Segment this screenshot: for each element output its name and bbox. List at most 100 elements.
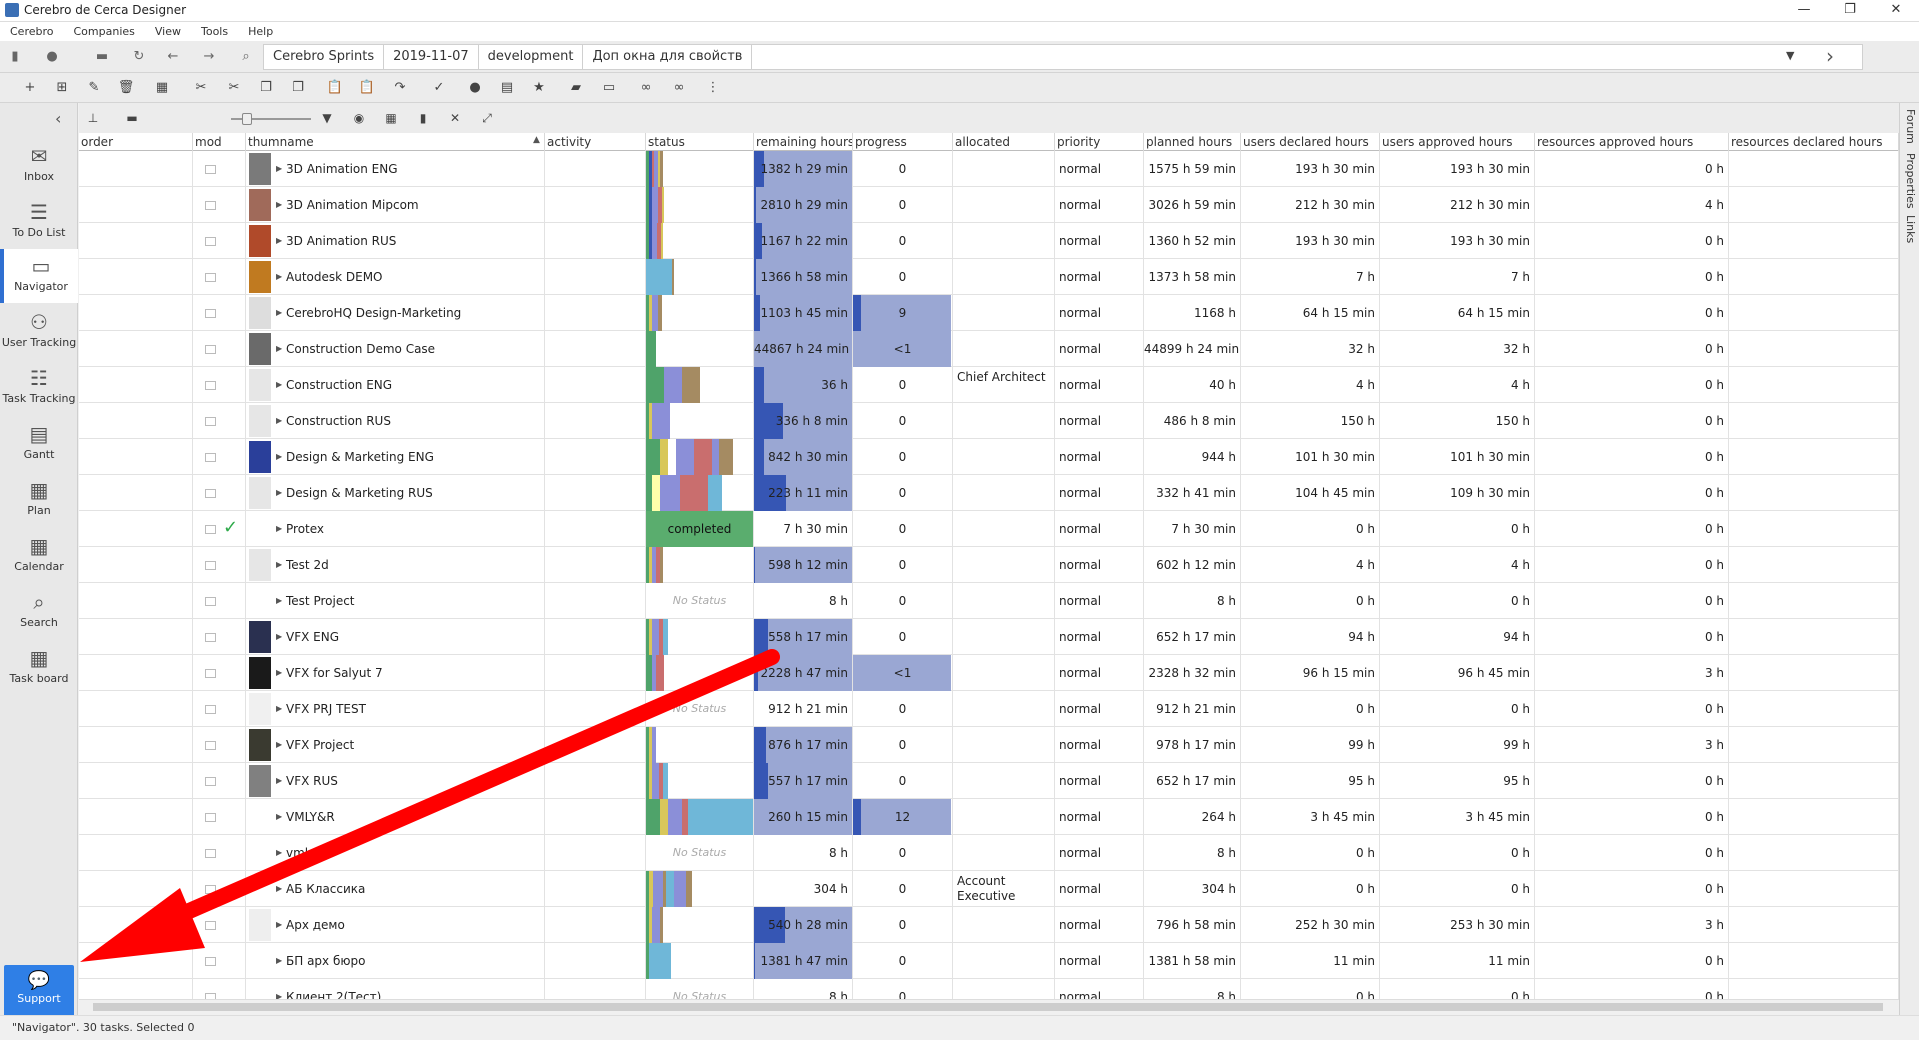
table-row[interactable]: ▶ Construction Demo Case 44867 h 24 min <1 n…: [79, 331, 1899, 367]
task-name[interactable]: VFX for Salyut 7: [286, 655, 383, 691]
task-name[interactable]: Клиент 2(Тест): [286, 979, 381, 999]
thumbnail[interactable]: [249, 621, 271, 653]
expand-arrow-icon[interactable]: ▶: [276, 691, 282, 727]
paste-icon[interactable]: ❐: [289, 79, 307, 97]
mod-checkbox[interactable]: [205, 489, 216, 498]
task-name[interactable]: 3D Animation ENG: [286, 151, 398, 187]
header-thumname[interactable]: thumname: [246, 133, 545, 151]
header-users-approved-hours[interactable]: users approved hours: [1380, 133, 1535, 151]
mod-checkbox[interactable]: [205, 813, 216, 822]
eye-icon[interactable]: ◉: [351, 110, 367, 126]
header-allocated[interactable]: allocated: [953, 133, 1055, 151]
sidebar-item-gantt[interactable]: ▤ Gantt: [0, 417, 78, 471]
mod-checkbox[interactable]: [205, 417, 216, 426]
more-icon[interactable]: ⋮: [704, 79, 722, 97]
mod-checkbox[interactable]: [205, 957, 216, 966]
delete-icon[interactable]: 🗑: [117, 79, 135, 97]
task-name[interactable]: 3D Animation RUS: [286, 223, 396, 259]
lightbulb-tool-icon[interactable]: ●: [466, 79, 484, 97]
expand-arrow-icon[interactable]: ▶: [276, 259, 282, 295]
header-status[interactable]: status: [646, 133, 754, 151]
table-row[interactable]: ▶ АБ Классика 304 h 0 Account Executive norma…: [79, 871, 1899, 907]
stack-icon[interactable]: ▰: [567, 79, 585, 97]
expand-arrow-icon[interactable]: ▶: [276, 655, 282, 691]
breadcrumb-dropdown-icon[interactable]: ▼: [1786, 49, 1794, 62]
hierarchy-icon[interactable]: ⊥: [85, 110, 101, 126]
expand-arrow-icon[interactable]: ▶: [276, 331, 282, 367]
scrollbar-thumb[interactable]: [93, 1003, 1883, 1011]
expand-arrow-icon[interactable]: ▶: [276, 763, 282, 799]
expand-arrow-icon[interactable]: ▶: [276, 979, 282, 999]
export-icon[interactable]: ▮: [415, 110, 431, 126]
expand-arrow-icon[interactable]: ▶: [276, 295, 282, 331]
expand-arrow-icon[interactable]: ▶: [276, 619, 282, 655]
header-planned-hours[interactable]: planned hours: [1144, 133, 1241, 151]
thumbnail[interactable]: [249, 765, 271, 797]
sidebar-item-inbox[interactable]: ✉ Inbox: [0, 139, 78, 193]
task-name[interactable]: VFX Project: [286, 727, 354, 763]
thumbnail[interactable]: [249, 549, 271, 581]
table-row[interactable]: ▶ Design & Marketing ENG 842 h 30 min 0 norm…: [79, 439, 1899, 475]
mod-checkbox[interactable]: [205, 453, 216, 462]
sidebar-item-search[interactable]: ⌕ Search: [0, 585, 78, 639]
table-row[interactable]: ▶ VFX Project 876 h 17 min 0 normal 978 h 17 …: [79, 727, 1899, 763]
add-subtask-icon[interactable]: ⊞: [53, 79, 71, 97]
thumbnail[interactable]: [249, 477, 271, 509]
table-row[interactable]: ▶ 3D Animation ENG 1382 h 29 min 0 normal 157…: [79, 151, 1899, 187]
filter-icon[interactable]: ▼: [319, 110, 335, 126]
header-resources-approved-hours[interactable]: resources approved hours: [1535, 133, 1729, 151]
back-icon[interactable]: ←: [164, 48, 182, 66]
task-name[interactable]: БП арх бюро: [286, 943, 365, 979]
mod-checkbox[interactable]: [205, 309, 216, 318]
table-row[interactable]: ▶ 3D Animation RUS 1167 h 22 min 0 normal 136…: [79, 223, 1899, 259]
menu-help[interactable]: Help: [248, 22, 273, 41]
mod-checkbox[interactable]: [205, 273, 216, 282]
task-name[interactable]: АБ Классика: [286, 871, 365, 907]
mod-checkbox[interactable]: [205, 165, 216, 174]
mod-checkbox[interactable]: [205, 921, 216, 930]
copy-icon[interactable]: ▦: [153, 79, 171, 97]
thumbnail[interactable]: [249, 225, 271, 257]
crumb-stage[interactable]: development: [479, 45, 584, 69]
mod-checkbox[interactable]: [205, 597, 216, 606]
task-name[interactable]: Арх демо: [286, 907, 345, 943]
collapse-all-icon[interactable]: ✕: [447, 110, 463, 126]
table-row[interactable]: ✓ ▶ Protex completed 7 h 30 min 0 normal 7 h 30…: [79, 511, 1899, 547]
collapse-sidebar-icon[interactable]: ‹: [55, 109, 61, 128]
table-row[interactable]: ▶ VFX for Salyut 7 2228 h 47 min <1 normal 23…: [79, 655, 1899, 691]
cut-alt-icon[interactable]: ✂: [225, 79, 243, 97]
table-row[interactable]: ▶ vmly No Status 8 h 0 normal 8 h0 h0 h0 h: [79, 835, 1899, 871]
header-activity[interactable]: activity: [545, 133, 646, 151]
sort-ascending-icon[interactable]: ▲: [533, 135, 540, 145]
copy-alt-icon[interactable]: ❐: [257, 79, 275, 97]
thumbnail[interactable]: [249, 333, 271, 365]
message-icon[interactable]: ▤: [498, 79, 516, 97]
accept-icon[interactable]: ✓: [430, 79, 448, 97]
menu-companies[interactable]: Companies: [74, 22, 135, 41]
chevron-right-icon[interactable]: ›: [1826, 44, 1834, 68]
task-name[interactable]: Test 2d: [286, 547, 329, 583]
search-icon[interactable]: ⌕: [237, 48, 255, 66]
expand-arrow-icon[interactable]: ▶: [276, 223, 282, 259]
horizontal-scrollbar[interactable]: [79, 999, 1899, 1013]
zoom-slider-handle[interactable]: [242, 113, 252, 125]
task-name[interactable]: Construction RUS: [286, 403, 391, 439]
table-row[interactable]: ▶ Клиент 2(Тест) No Status 8 h 0 normal 8 h0 h…: [79, 979, 1899, 999]
menu-tools[interactable]: Tools: [201, 22, 228, 41]
expand-arrow-icon[interactable]: ▶: [276, 943, 282, 979]
table-row[interactable]: ▶ Design & Marketing RUS 223 h 11 min 0 norm…: [79, 475, 1899, 511]
thumbnail[interactable]: [249, 297, 271, 329]
edit-icon[interactable]: ✎: [85, 79, 103, 97]
task-name[interactable]: Autodesk DEMO: [286, 259, 383, 295]
mod-checkbox[interactable]: [205, 201, 216, 210]
unlink-icon[interactable]: ∞: [670, 79, 688, 97]
refresh-icon[interactable]: ↻: [130, 48, 148, 66]
table-row[interactable]: ▶ Construction ENG 36 h 0 Chief Architect nor…: [79, 367, 1899, 403]
thumbnail[interactable]: [249, 405, 271, 437]
tab-properties[interactable]: Properties: [1904, 153, 1917, 209]
header-order[interactable]: order: [79, 133, 193, 151]
mod-checkbox[interactable]: [205, 561, 216, 570]
header-progress[interactable]: progress: [853, 133, 953, 151]
sidebar-item-calendar[interactable]: ▦ Calendar: [0, 529, 78, 583]
thumbnail[interactable]: [249, 693, 271, 725]
